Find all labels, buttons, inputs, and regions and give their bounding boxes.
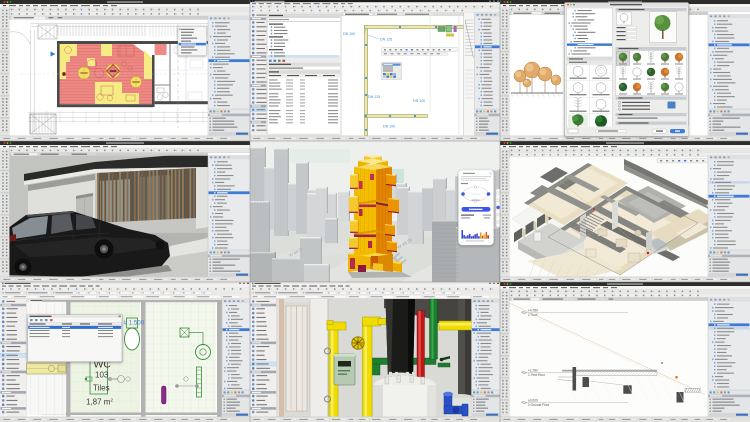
svg-text:+1,780: +1,780	[528, 368, 538, 372]
svg-text:1,87 m: 1,87 m	[86, 398, 111, 407]
svg-text:# 1.500: # 1.500	[124, 320, 145, 327]
svg-text:±0,000: ±0,000	[528, 398, 538, 402]
svg-text:2 Roof: 2 Roof	[528, 313, 538, 317]
svg-text:103: 103	[95, 371, 109, 380]
svg-text:0 Ground Floor: 0 Ground Floor	[528, 403, 550, 407]
svg-text:Tiles: Tiles	[93, 384, 110, 393]
svg-text:+4,780: +4,780	[528, 308, 538, 312]
svg-text:DN 125: DN 125	[380, 38, 392, 42]
svg-text:DN 125: DN 125	[368, 95, 380, 99]
svg-text:1 First Floor: 1 First Floor	[528, 373, 546, 377]
svg-text:DN 100: DN 100	[383, 125, 395, 129]
svg-text:DN 100: DN 100	[343, 32, 355, 36]
svg-text:DN 100: DN 100	[413, 99, 425, 103]
